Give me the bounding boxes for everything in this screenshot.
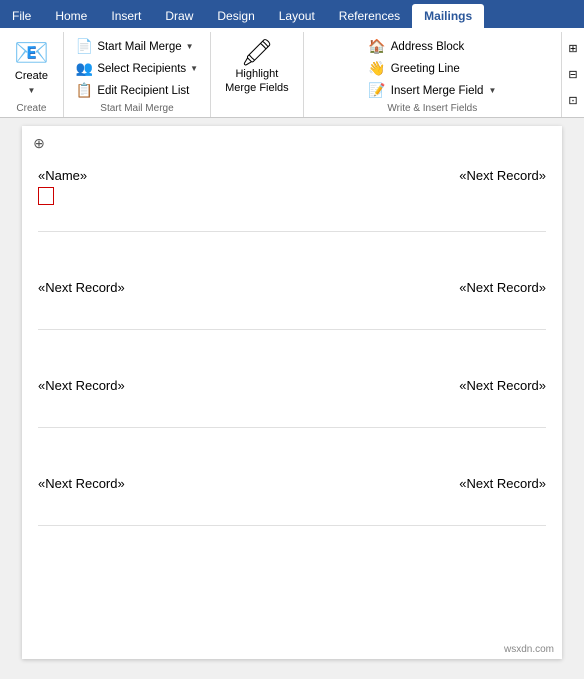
ribbon-tabs: File Home Insert Draw Design Layout Refe…	[0, 0, 584, 28]
start-mail-merge-label: Start Mail Merge	[97, 41, 181, 53]
watermark: wsxdn.com	[504, 644, 554, 655]
tab-mailings[interactable]: Mailings	[412, 4, 484, 28]
write-insert-content: 🏠 Address Block 👋 Greeting Line 📝 Insert…	[362, 34, 502, 101]
insert-merge-field-arrow: ▼	[488, 86, 496, 95]
document-section-2: «Next Record» «Next Record»	[38, 240, 546, 330]
tab-draw[interactable]: Draw	[153, 4, 205, 28]
document-section-1: «Name» «Next Record»	[38, 142, 546, 232]
overflow-btn-1[interactable]: ⊞	[564, 39, 582, 57]
ribbon-group-start-mail-merge: 📄 Start Mail Merge ▼ 👥 Select Recipients…	[64, 32, 211, 117]
greeting-line-label: Greeting Line	[391, 63, 460, 75]
highlight-group-label	[217, 112, 297, 117]
start-mail-merge-content: 📄 Start Mail Merge ▼ 👥 Select Recipients…	[70, 34, 204, 101]
create-button[interactable]: 📧 Create ▼	[6, 34, 57, 100]
section-1-row: «Name» «Next Record»	[38, 166, 546, 207]
section-2-right: «Next Record»	[459, 278, 546, 297]
tab-home[interactable]: Home	[43, 4, 99, 28]
tab-layout[interactable]: Layout	[267, 4, 327, 28]
section-1-right: «Next Record»	[459, 166, 546, 185]
create-icon: 📧	[14, 39, 49, 67]
section-3-row: «Next Record» «Next Record»	[38, 346, 546, 395]
section-2-left: «Next Record»	[38, 278, 125, 297]
highlight-content: 🖍 HighlightMerge Fields	[217, 34, 297, 112]
section-2-row: «Next Record» «Next Record»	[38, 248, 546, 297]
tab-insert[interactable]: Insert	[99, 4, 153, 28]
highlight-merge-fields-button[interactable]: 🖍 HighlightMerge Fields	[217, 34, 297, 100]
greeting-line-button[interactable]: 👋 Greeting Line	[362, 58, 502, 79]
document-page: ⊕ «Name» «Next Record» «Next Record» «Ne…	[22, 126, 562, 659]
highlight-label: HighlightMerge Fields	[225, 68, 289, 94]
highlight-icon: 🖍	[240, 39, 273, 65]
edit-recipient-label: Edit Recipient List	[97, 85, 189, 97]
create-dropdown-arrow: ▼	[27, 86, 35, 95]
ribbon-group-create: 📧 Create ▼ Create	[0, 32, 64, 117]
ribbon-group-highlight: 🖍 HighlightMerge Fields	[211, 32, 304, 117]
start-mail-merge-buttons: 📄 Start Mail Merge ▼ 👥 Select Recipients…	[70, 34, 204, 101]
ribbon-overflow: ⊞ ⊟ ⊡	[562, 32, 584, 117]
create-group-label: Create	[6, 101, 57, 117]
address-block-button[interactable]: 🏠 Address Block	[362, 36, 502, 57]
write-insert-group-label: Write & Insert Fields	[310, 101, 555, 117]
tab-file[interactable]: File	[0, 4, 43, 28]
create-label: Create	[15, 70, 48, 83]
move-handle[interactable]: ⊕	[30, 134, 48, 152]
tab-references[interactable]: References	[327, 4, 412, 28]
insert-merge-field-icon: 📝	[368, 82, 385, 99]
select-recipients-button[interactable]: 👥 Select Recipients ▼	[70, 58, 204, 79]
section-3-left: «Next Record»	[38, 376, 125, 395]
document-section-4: «Next Record» «Next Record»	[38, 436, 546, 526]
insert-merge-field-button[interactable]: 📝 Insert Merge Field ▼	[362, 80, 502, 101]
document-area: ⊕ «Name» «Next Record» «Next Record» «Ne…	[0, 118, 584, 667]
overflow-btn-2[interactable]: ⊟	[564, 65, 582, 83]
address-block-icon: 🏠	[368, 38, 385, 55]
address-block-label: Address Block	[391, 41, 465, 53]
insert-merge-field-label: Insert Merge Field	[391, 85, 484, 97]
name-field: «Name»	[38, 166, 87, 185]
start-mail-merge-group-label: Start Mail Merge	[70, 101, 204, 117]
select-recipients-label: Select Recipients	[97, 63, 186, 75]
ribbon-content: 📧 Create ▼ Create 📄 Start Mail Merge ▼ 👥	[0, 28, 584, 118]
section-4-left: «Next Record»	[38, 474, 125, 493]
start-mail-merge-arrow: ▼	[186, 42, 194, 51]
greeting-line-icon: 👋	[368, 60, 385, 77]
create-group-content: 📧 Create ▼	[6, 34, 57, 101]
write-insert-items: 🏠 Address Block 👋 Greeting Line 📝 Insert…	[362, 34, 502, 101]
section-1-left: «Name»	[38, 166, 87, 207]
start-mail-merge-icon: 📄	[76, 38, 93, 55]
tab-design[interactable]: Design	[205, 4, 266, 28]
section-4-row: «Next Record» «Next Record»	[38, 444, 546, 493]
ribbon-group-write-insert: 🏠 Address Block 👋 Greeting Line 📝 Insert…	[304, 32, 562, 117]
select-recipients-icon: 👥	[76, 60, 93, 77]
label-box	[38, 187, 54, 205]
document-section-3: «Next Record» «Next Record»	[38, 338, 546, 428]
edit-recipient-list-button[interactable]: 📋 Edit Recipient List	[70, 80, 204, 101]
ribbon: File Home Insert Draw Design Layout Refe…	[0, 0, 584, 118]
overflow-btn-3[interactable]: ⊡	[564, 92, 582, 110]
section-4-right: «Next Record»	[459, 474, 546, 493]
start-mail-merge-button[interactable]: 📄 Start Mail Merge ▼	[70, 36, 204, 57]
select-recipients-arrow: ▼	[190, 64, 198, 73]
section-3-right: «Next Record»	[459, 376, 546, 395]
edit-recipient-icon: 📋	[76, 82, 93, 99]
